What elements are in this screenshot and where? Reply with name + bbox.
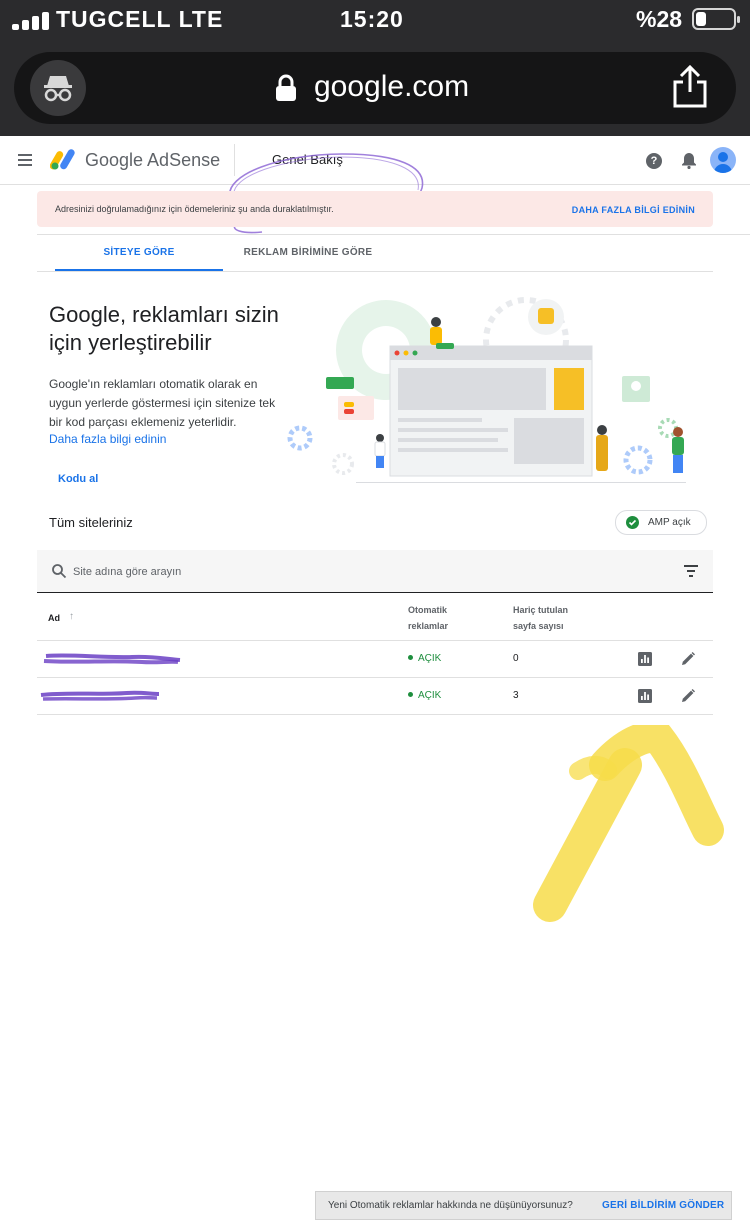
- tab-by-ad-unit[interactable]: REKLAM BİRİMİNE GÖRE: [233, 238, 383, 271]
- carrier-label: TUGCELL LTE: [56, 6, 224, 32]
- address-bar[interactable]: google.com: [14, 52, 736, 124]
- divider: [37, 234, 750, 235]
- amp-status-chip[interactable]: AMP açık: [615, 510, 707, 535]
- url-text[interactable]: google.com: [314, 70, 469, 104]
- table-row[interactable]: AÇIK 3: [37, 678, 713, 715]
- filter-icon[interactable]: [684, 565, 698, 577]
- redacted-site-name: [40, 690, 160, 701]
- status-label: AÇIK: [418, 653, 442, 664]
- edit-pencil-icon[interactable]: [680, 688, 696, 704]
- alert-learn-more-link[interactable]: DAHA FAZLA BİLGİ EDİNİN: [572, 205, 695, 215]
- search-icon: [51, 563, 67, 579]
- view-tabs: SİTEYE GÖRE REKLAM BİRİMİNE GÖRE: [37, 238, 713, 272]
- screen: TUGCELL LTE 15:20 %28 google.com Google …: [0, 0, 750, 1229]
- battery-icon: [692, 8, 740, 30]
- incognito-icon[interactable]: [30, 60, 86, 116]
- signal-strength-icon: [12, 12, 50, 30]
- status-bar: TUGCELL LTE 15:20 %28: [0, 0, 750, 42]
- site-search-input[interactable]: [73, 562, 573, 582]
- sites-table-header: Ad ↑ Otomatik reklamlar Hariç tutulan sa…: [37, 593, 713, 641]
- notifications-bell-icon[interactable]: [681, 152, 697, 170]
- sort-arrow-up-icon[interactable]: ↑: [69, 611, 74, 622]
- payment-alert-banner: Adresinizi doğrulamadığınız için ödemele…: [37, 191, 713, 227]
- edit-pencil-icon[interactable]: [680, 651, 696, 667]
- feedback-question: Yeni Otomatik reklamlar hakkında ne düşü…: [328, 1200, 573, 1211]
- auto-ads-status: AÇIK: [408, 690, 441, 701]
- battery-percentage: %28: [636, 6, 683, 32]
- tab-by-site[interactable]: SİTEYE GÖRE: [55, 238, 223, 271]
- auto-ads-illustration: [287, 297, 686, 483]
- help-icon[interactable]: ?: [646, 153, 662, 169]
- hero-learn-more-link[interactable]: Daha fazla bilgi edinin: [49, 432, 166, 446]
- browser-chrome: TUGCELL LTE 15:20 %28 google.com: [0, 0, 750, 136]
- avatar[interactable]: [710, 147, 736, 173]
- column-header-auto-ads: Otomatik reklamlar: [408, 605, 449, 631]
- report-chart-icon[interactable]: [638, 652, 652, 666]
- get-code-button[interactable]: Kodu al: [58, 473, 98, 485]
- column-header-excluded-pages: Hariç tutulan sayfa sayısı: [513, 605, 569, 631]
- site-search-bar: [37, 550, 713, 593]
- send-feedback-button[interactable]: GERİ BİLDİRİM GÖNDER: [602, 1200, 724, 1211]
- report-chart-icon[interactable]: [638, 689, 652, 703]
- menu-icon[interactable]: [18, 154, 32, 166]
- brand-name[interactable]: Google AdSense: [85, 150, 220, 171]
- redacted-site-name: [43, 653, 181, 665]
- clock: 15:20: [340, 6, 404, 32]
- auto-ads-status: AÇIK: [408, 653, 441, 664]
- status-dot-icon: [408, 692, 413, 697]
- status-label: AÇIK: [418, 690, 442, 701]
- amp-label: AMP açık: [648, 517, 691, 528]
- check-circle-icon: [626, 516, 639, 529]
- all-sites-title: Tüm siteleriniz: [49, 515, 133, 530]
- excluded-pages-count: 0: [513, 653, 519, 664]
- excluded-pages-count: 3: [513, 690, 519, 701]
- arrow-annotation: [533, 725, 724, 922]
- alert-message: Adresinizi doğrulamadığınız için ödemele…: [55, 204, 334, 214]
- column-header-name[interactable]: Ad: [48, 610, 60, 626]
- hero-description: Google'ın reklamları otomatik olarak en …: [49, 377, 276, 429]
- share-icon[interactable]: [668, 64, 712, 110]
- adsense-logo-icon[interactable]: [49, 148, 78, 170]
- status-dot-icon: [408, 655, 413, 660]
- table-row[interactable]: AÇIK 0: [37, 641, 713, 678]
- feedback-snackbar: Yeni Otomatik reklamlar hakkında ne düşü…: [315, 1191, 732, 1220]
- lock-icon: [276, 74, 296, 102]
- hero-heading: Google, reklamları sizin için yerleştire…: [49, 302, 279, 355]
